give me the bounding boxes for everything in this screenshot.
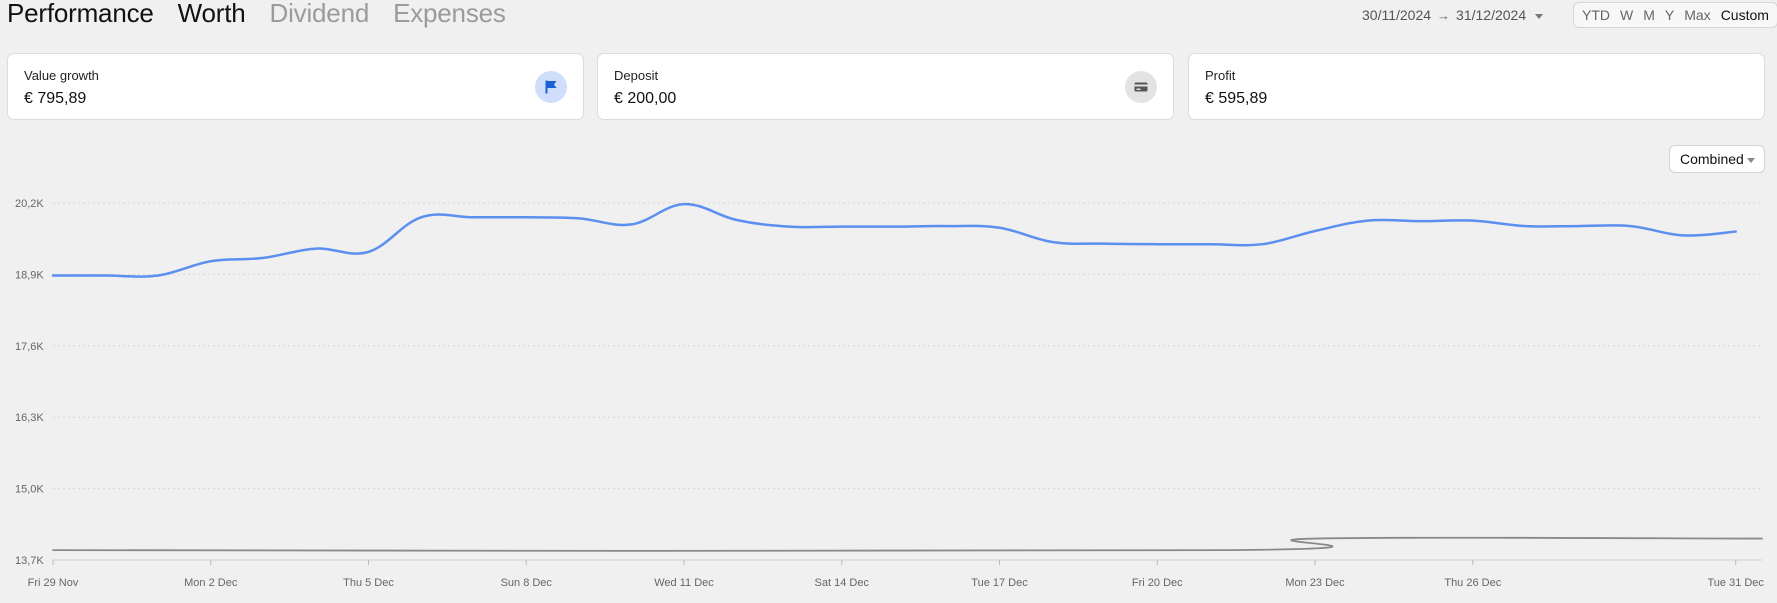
x-tick-label: Sat 14 Dec — [815, 577, 870, 589]
x-tick-label: Thu 26 Dec — [1444, 577, 1501, 589]
x-tick-label: Tue 31 Dec — [1707, 577, 1764, 589]
x-tick-label: Thu 5 Dec — [343, 577, 394, 589]
x-tick-label: Fri 20 Dec — [1132, 577, 1183, 589]
x-tick-label: Mon 23 Dec — [1285, 577, 1345, 589]
y-tick-label: 17,6K — [15, 341, 44, 353]
y-tick-label: 20,2K — [15, 198, 44, 210]
worth-line-chart: 20,2K 18,9K 17,6K 16,3K 15,0K 13,7K Fri 29 Nov… — [15, 198, 1764, 589]
x-tick-label: Sun 8 Dec — [501, 577, 553, 589]
deposit-series-line — [52, 536, 1763, 552]
y-tick-label: 13,7K — [15, 555, 44, 567]
y-tick-label: 16,3K — [15, 412, 44, 424]
x-tick-label: Fri 29 Nov — [28, 577, 79, 589]
x-tick-label: Tue 17 Dec — [971, 577, 1028, 589]
x-tick-label: Mon 2 Dec — [184, 577, 238, 589]
worth-series-line — [51, 202, 1737, 278]
x-tick-label: Wed 11 Dec — [654, 577, 714, 589]
y-tick-label: 18,9K — [15, 269, 44, 281]
y-tick-label: 15,0K — [15, 484, 44, 496]
